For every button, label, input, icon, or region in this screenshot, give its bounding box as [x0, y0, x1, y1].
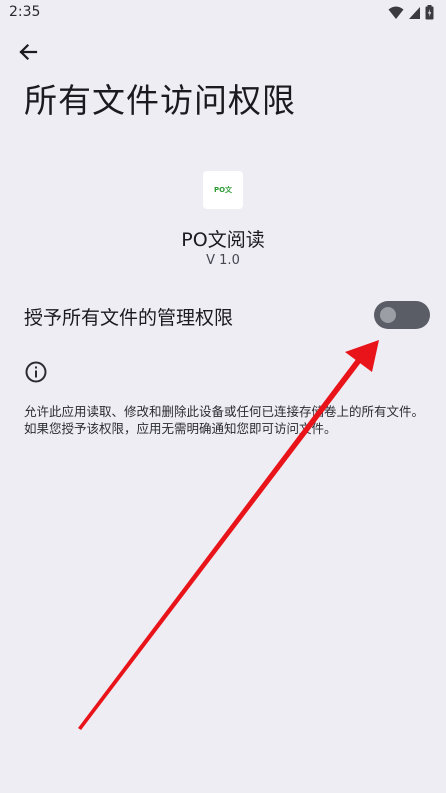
info-description: 允许此应用读取、修改和删除此设备或任何已连接存储卷上的所有文件。如果您授予该权限… — [24, 404, 425, 436]
app-icon-text: PO文 — [213, 186, 233, 194]
toggle-knob — [380, 307, 396, 323]
page-title: 所有文件访问权限 — [24, 81, 296, 120]
back-button[interactable] — [10, 36, 46, 68]
app-name: PO文阅读 — [181, 229, 265, 251]
app-icon: PO文 — [203, 171, 243, 209]
signal-icon — [409, 6, 420, 19]
wifi-icon — [388, 6, 404, 19]
permission-label: 授予所有文件的管理权限 — [24, 307, 234, 329]
status-time: 2:35 — [9, 4, 41, 20]
permission-toggle[interactable] — [374, 301, 430, 329]
app-version: V 1.0 — [206, 253, 240, 268]
info-icon — [25, 361, 47, 383]
arrow-left-icon — [19, 43, 38, 61]
status-icons — [388, 5, 434, 20]
battery-icon — [425, 5, 434, 20]
status-bar: 2:35 — [0, 0, 446, 26]
